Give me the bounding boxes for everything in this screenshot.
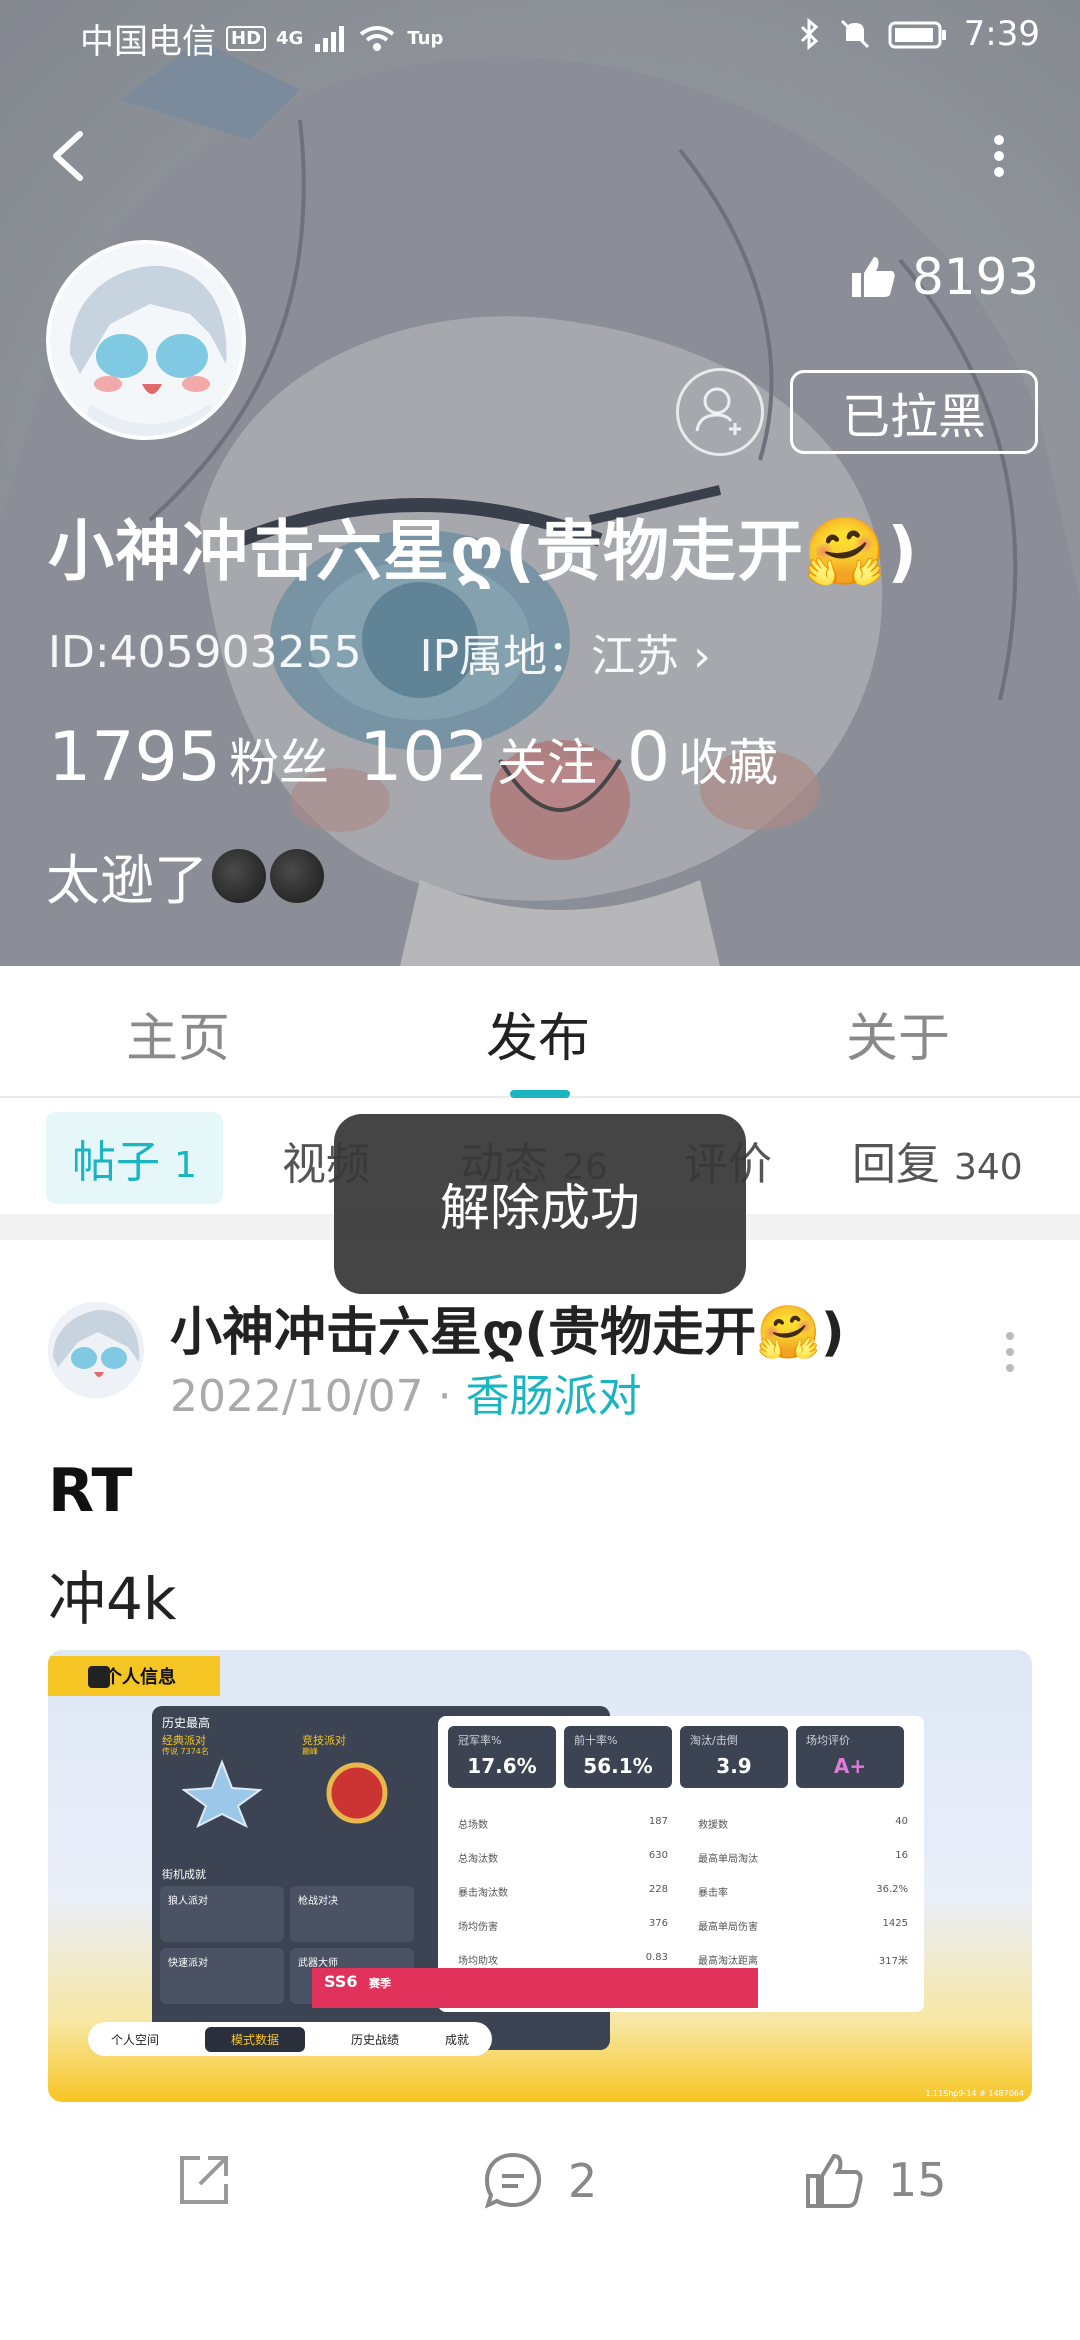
profile-likes: 8193 [850,248,1039,306]
tab-home[interactable]: 主页 [126,996,230,1071]
stat-following[interactable]: 102 关注 [359,718,597,797]
meta-separator: · [437,1371,452,1422]
add-friend-button[interactable] [676,368,764,456]
smirk-emoji-icon [270,848,324,903]
comment-button[interactable]: 2 [482,2150,597,2212]
profile-bio: 太逊了 [46,836,324,915]
post-title: RT [48,1456,133,1526]
active-tab-indicator [510,1090,570,1098]
profile-stats: 1795 粉丝 102 关注 0 收藏 [48,718,778,797]
thumbs-up-icon [852,257,895,297]
signal-icon [315,25,345,52]
post-meta: 2022/10/07 · 香肠派对 [170,1360,642,1424]
more-options-icon[interactable] [984,126,1014,186]
post-image[interactable]: 个人信息 历史最高 经典派对 传说 7374名 竞技派对 巅峰 街机成就 狼人派… [48,1650,1032,2102]
bio-text: 太逊了 [46,849,208,912]
avatar-image [50,244,242,436]
network-speed-label: Tup [407,28,444,49]
network-label: 4G [276,28,304,49]
post-more-icon[interactable] [1000,1330,1020,1374]
tab-posts[interactable]: 发布 [486,996,590,1071]
battery-icon [888,21,946,49]
like-icon [806,2153,863,2208]
image-header-tab: 个人信息 [48,1656,220,1696]
back-icon [88,1666,110,1688]
post-body: 冲4k [48,1565,177,1633]
share-icon [180,2156,228,2204]
smirk-emoji-icon [212,848,266,903]
comment-count: 2 [568,2154,598,2208]
share-button[interactable] [174,2150,234,2210]
profile-id: ID:405903255 [48,626,362,678]
post-actions: 2 15 [0,2140,1080,2250]
mute-bell-icon [840,19,869,49]
add-user-icon [695,387,741,435]
avatar-image [48,1302,144,1398]
profile-likes-count: 8193 [912,248,1040,306]
post-author-name[interactable]: 小神冲击六星ღ(贵物走开🤗) [170,1290,845,1365]
main-tabs: 主页 发布 关于 [0,966,1080,1098]
season-banner: SS6 赛季 [312,1968,758,2008]
comment-icon [484,2152,542,2209]
subtab-threads[interactable]: 帖子 1 [46,1112,223,1204]
bluetooth-icon [800,17,818,51]
post-game-tag[interactable]: 香肠派对 [466,1371,642,1422]
subtab-replies[interactable]: 回复 340 [852,1128,1023,1192]
wifi-icon [360,25,395,51]
toast-message: 解除成功 [334,1114,746,1294]
rank-badge-icon [326,1762,388,1824]
stat-followers[interactable]: 1795 粉丝 [48,718,329,797]
status-bar: 中国电信 HD 4G Tup 7:39 [0,0,1080,72]
carrier-label: 中国电信 [80,22,216,62]
image-bottom-tabs: 个人空间 模式数据 历史战绩 成就 [88,2022,492,2056]
tab-about[interactable]: 关于 [846,996,950,1071]
rank-star-icon [182,1759,262,1828]
profile-avatar[interactable] [46,240,246,440]
blocked-button[interactable]: 已拉黑 [790,370,1038,454]
hd-badge: HD [226,26,267,51]
profile-id-line: ID:405903255 IP属地：江苏 › [48,620,711,684]
profile-nickname: 小神冲击六星ღ(贵物走开🤗) [48,513,919,590]
like-button[interactable]: 15 [804,2150,947,2210]
profile-header [0,0,1080,966]
stat-favorites[interactable]: 0 收藏 [627,718,778,797]
ip-location[interactable]: IP属地：江苏 › [420,620,711,684]
clock: 7:39 [963,14,1040,54]
like-count: 15 [888,2153,947,2207]
post-date: 2022/10/07 [170,1371,424,1422]
post-author-avatar[interactable] [48,1302,144,1398]
image-uid: 1.11Shp9-14 # 1487064 [925,2089,1024,2098]
back-arrow-icon[interactable] [44,126,94,186]
